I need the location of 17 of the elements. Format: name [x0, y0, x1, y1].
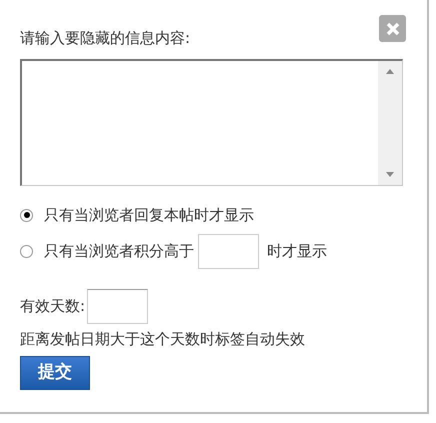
days-note: 距离发帖日期大于这个天数时标签自动失效 [20, 329, 305, 350]
message-textarea[interactable] [20, 59, 403, 186]
scroll-up-icon[interactable] [386, 69, 394, 74]
close-button[interactable] [379, 15, 406, 42]
option-label: 只有当浏览者积分高于 [44, 240, 194, 262]
score-field[interactable] [198, 234, 259, 268]
option-label: 只有当浏览者回复本帖时才显示 [44, 204, 254, 226]
submit-button[interactable]: 提交 [20, 356, 90, 390]
close-icon [386, 22, 400, 36]
days-label: 有效天数: [20, 296, 86, 318]
option-suffix: 时才显示 [267, 240, 327, 262]
radio-button[interactable] [20, 208, 33, 222]
days-field[interactable] [87, 289, 148, 324]
scrollbar[interactable] [378, 61, 402, 185]
prompt-label: 请输入要隐藏的信息内容: [20, 28, 190, 48]
scroll-down-icon[interactable] [386, 172, 394, 177]
radio-button[interactable] [20, 244, 33, 258]
